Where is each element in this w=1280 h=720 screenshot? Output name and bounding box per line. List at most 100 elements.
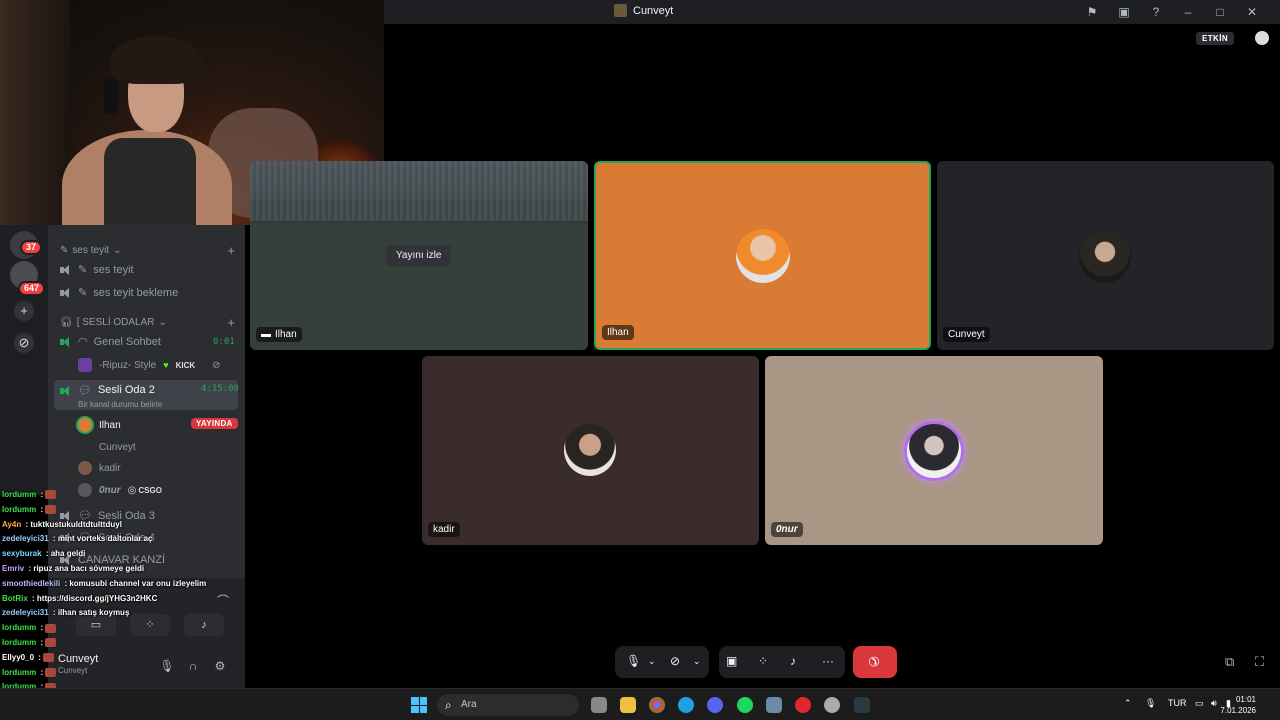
chat-message: BotRix : https://discord.gg/jYHG3n2HKC [2, 592, 242, 607]
screen-share-icon[interactable]: ▣ [726, 654, 737, 668]
maximize-button[interactable]: □ [1212, 4, 1228, 20]
emote-icon [45, 623, 57, 633]
minimize-button[interactable]: – [1180, 4, 1196, 20]
chrome-icon[interactable] [649, 697, 665, 713]
chevron-down-icon: ⌄ [158, 317, 167, 328]
channel-genel-sohbet[interactable]: ◠ Genel Sohbet 0:01 [60, 335, 240, 348]
tile-label: ▬ Ilhan [256, 327, 302, 342]
chat-text: komusubi channel var onu izleyelim [69, 578, 207, 588]
spotify-icon[interactable] [737, 697, 753, 713]
chevron-down-icon[interactable]: ⌄ [693, 656, 701, 667]
terminal-icon[interactable] [854, 697, 870, 713]
windows-taskbar: Ara ⌃ 🎙︎ TUR ▭ 🔊︎ ▮ 01:01 7.01.2026 [0, 688, 1280, 720]
avatar [907, 424, 961, 478]
add-server-icon[interactable]: + [14, 301, 34, 321]
voice-user-cunveyt[interactable]: Cunveyt [78, 440, 136, 454]
chevron-down-icon[interactable]: ⌄ [648, 656, 656, 667]
headphones-icon: ◠ [78, 336, 88, 348]
screen-icon: ▬ [261, 329, 271, 340]
emote-icon [43, 653, 55, 663]
add-channel-icon[interactable]: + [227, 315, 235, 330]
speaker-icon [60, 336, 72, 347]
taskbar-search[interactable]: Ara [437, 694, 579, 716]
chat-message: zedeleyici31 : ilhan satış koymuş [2, 606, 242, 621]
category-sesli-odalar[interactable]: 🎧︎ [ SESLİ ODALAR ⌄ [60, 317, 167, 328]
chat-username: sexyburak [2, 549, 42, 559]
chevron-down-icon: ⌄ [113, 245, 122, 256]
activity-badge[interactable]: ETKİN [1196, 32, 1234, 45]
volume-icon[interactable]: 🔊︎ [1211, 698, 1217, 709]
chat-username: Ellyy0_0 [2, 652, 35, 662]
language-indicator[interactable]: TUR [1168, 698, 1187, 708]
chat-bubble-icon[interactable] [1255, 31, 1269, 45]
flag-icon[interactable]: ⚑ [1084, 4, 1100, 20]
watch-stream-button[interactable]: Yayını izle [386, 245, 452, 266]
window-title-text: Cunveyt [633, 4, 674, 17]
unread-badge: 647 [18, 281, 46, 296]
hang-up-button[interactable]: ✆ [853, 646, 897, 678]
headphones-icon: 🎧︎ [60, 317, 73, 328]
server-rail: 37 647 + ⊘ [0, 225, 48, 495]
soundboard-icon[interactable]: ♪ [790, 654, 796, 668]
task-view-icon[interactable] [591, 697, 607, 713]
video-tile-onur[interactable]: 0nur [765, 356, 1103, 545]
chat-separator: : [29, 593, 37, 603]
voice-user-kadir[interactable]: kadir [78, 461, 121, 475]
chat-username: lordumm [2, 504, 37, 514]
chat-message: lordumm : [2, 503, 242, 518]
channel-status[interactable]: Bir kanal durumu belirle [78, 400, 162, 409]
voice-user-ilhan[interactable]: Ilhan [78, 418, 121, 432]
app-icon[interactable] [766, 697, 782, 713]
chat-username: Ay4n [2, 519, 22, 529]
edge-icon[interactable] [678, 697, 694, 713]
category-ses-teyit[interactable]: ✎ ses teyit ⌄ [60, 245, 121, 256]
tray-chevron-icon[interactable]: ⌃ [1124, 698, 1132, 709]
pencil-icon: ✎ [78, 264, 88, 276]
avatar [564, 424, 616, 476]
chat-separator: : [36, 652, 44, 662]
system-clock[interactable]: 01:01 7.01.2026 [1220, 694, 1256, 716]
unread-badge: 37 [20, 240, 43, 255]
chat-username: smoothiedlekili [2, 578, 61, 588]
chat-separator: : [50, 608, 58, 618]
chat-text: mint vorteks daltonlar aç [57, 534, 153, 544]
microphone-icon[interactable]: 🎙︎ [1145, 698, 1156, 709]
stream-tile[interactable]: Yayını izle ▬ Ilhan [250, 161, 588, 350]
video-tile-ilhan[interactable]: Ilhan [594, 161, 931, 350]
chat-separator: : [43, 549, 51, 559]
headset-icon [104, 78, 118, 114]
chat-message: lordumm : [2, 666, 242, 681]
chat-message: zedeleyici31 : mint vorteks daltonlar aç [2, 532, 242, 547]
help-icon[interactable]: ? [1148, 4, 1164, 20]
channel-ses-teyit-bekleme[interactable]: ✎ ses teyit bekleme [60, 286, 178, 299]
video-tile-cunveyt[interactable]: Cunveyt [937, 161, 1274, 350]
explore-icon[interactable]: ⊘ [14, 333, 34, 353]
emote-icon [45, 638, 57, 648]
video-tile-kadir[interactable]: kadir [422, 356, 759, 545]
close-button[interactable]: ✕ [1244, 4, 1260, 20]
settings-app-icon[interactable] [824, 697, 840, 713]
microphone-icon[interactable]: 🎙︎ [626, 654, 641, 668]
opera-icon[interactable] [795, 697, 811, 713]
phone-hangup-icon: ✆ [864, 652, 883, 671]
camera-off-icon[interactable]: ⊘ [670, 654, 680, 668]
popout-icon[interactable]: ⧉ [1225, 654, 1234, 670]
screen-share-icon[interactable]: ▣ [1116, 4, 1132, 20]
avatar [736, 229, 790, 283]
fullscreen-icon[interactable]: ⛶ [1255, 654, 1264, 670]
voice-user[interactable]: -Ripuz- Style ♥ KICK ⊘ [78, 358, 221, 372]
activities-icon[interactable]: ⁘ [758, 654, 768, 668]
network-icon[interactable]: ▭ [1195, 698, 1204, 709]
more-icon[interactable]: ··· [822, 654, 834, 668]
avatar [78, 461, 92, 475]
chat-text: tuktkustukuldtdtulttduyl [30, 519, 122, 529]
file-explorer-icon[interactable] [620, 697, 636, 713]
discord-icon[interactable] [707, 697, 723, 713]
chat-username: lordumm [2, 623, 37, 633]
live-badge: YAYINDA [191, 418, 238, 429]
add-channel-icon[interactable]: + [227, 243, 235, 258]
chat-message: sexyburak : aha geldi [2, 547, 242, 562]
channel-ses-teyit[interactable]: ✎ ses teyit [60, 263, 134, 276]
windows-start-icon[interactable] [411, 697, 427, 713]
chat-message: Emriv : ripuz ana bacı sövmeye geldi [2, 562, 242, 577]
